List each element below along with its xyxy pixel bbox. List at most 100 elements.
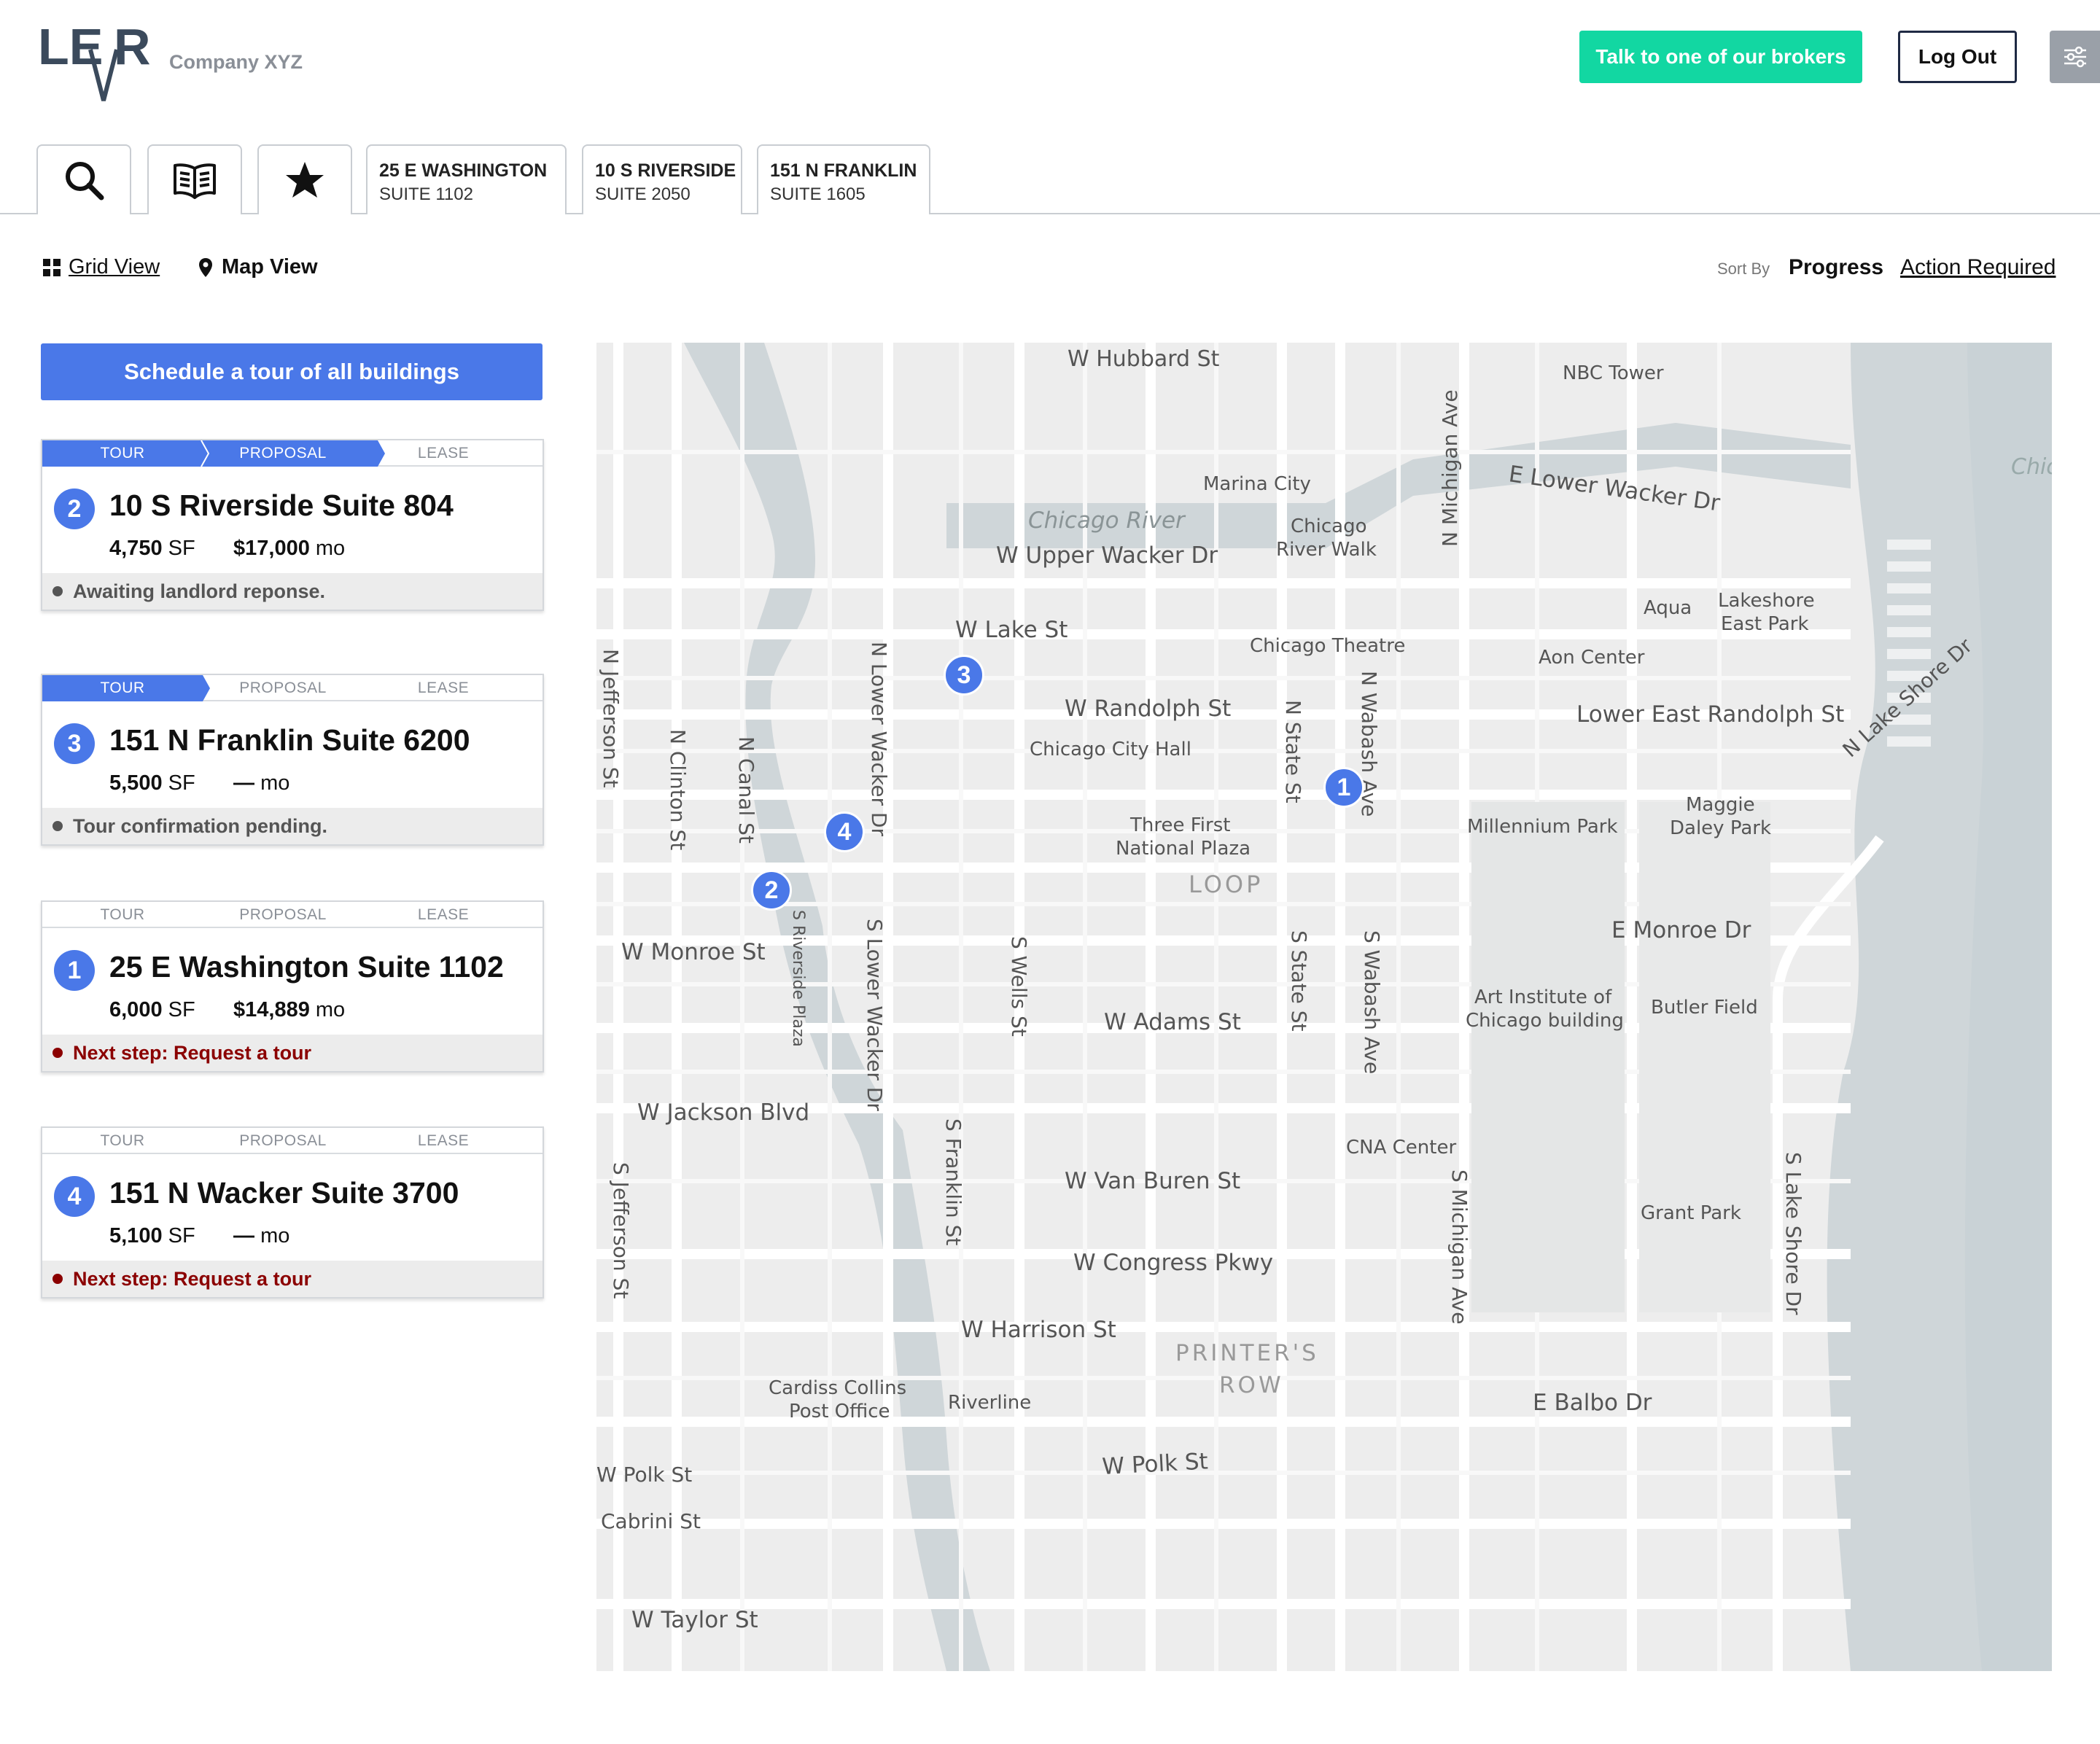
building-title[interactable]: 151 N Wacker Suite 3700 xyxy=(109,1176,459,1210)
map-label: W Taylor St xyxy=(631,1607,758,1633)
map-label: Grant Park xyxy=(1641,1202,1741,1224)
building-title[interactable]: 25 E Washington Suite 1102 xyxy=(109,950,504,984)
settings-button[interactable] xyxy=(2050,31,2100,83)
map-label: S Wells St xyxy=(1007,936,1031,1037)
tab-building-address: 10 S RIVERSIDE xyxy=(595,160,736,181)
progress-stage-proposal: PROPOSAL xyxy=(239,680,327,696)
status-bar[interactable]: Next step: Request a tour xyxy=(42,1035,542,1071)
building-card[interactable]: TOUR PROPOSAL LEASE 4 151 N Wacker Suite 37… xyxy=(41,1126,544,1299)
map-label: Daley Park xyxy=(1670,817,1771,839)
status-text: Awaiting landlord reponse. xyxy=(73,580,326,602)
monthly-price: $14,889 mo xyxy=(233,998,345,1022)
tab-building-address: 151 N FRANKLIN xyxy=(770,160,917,181)
map[interactable]: W Hubbard St NBC Tower Chic E Lower Wack… xyxy=(596,343,2052,1671)
map-label: Lakeshore xyxy=(1718,590,1815,612)
monthly-price-value: $14,889 xyxy=(233,998,310,1021)
map-label: W Lake St xyxy=(955,617,1068,643)
map-canvas: W Hubbard St NBC Tower Chic E Lower Wack… xyxy=(596,343,2052,1671)
grid-icon xyxy=(43,258,61,276)
building-card[interactable]: TOUR PROPOSAL LEASE 2 10 S Riverside Suite … xyxy=(41,439,544,611)
tab-building-151-n-franklin[interactable]: 151 N FRANKLIN SUITE 1605 xyxy=(757,144,930,214)
building-title[interactable]: 151 N Franklin Suite 6200 xyxy=(109,723,470,758)
map-label: S Franklin St xyxy=(941,1118,965,1245)
map-label: Art Institute of xyxy=(1474,986,1612,1008)
map-view-toggle[interactable]: Map View xyxy=(198,255,318,279)
monthly-price-value: — xyxy=(233,771,254,795)
status-dot-icon xyxy=(52,821,63,831)
tab-search[interactable] xyxy=(36,144,131,214)
square-footage-unit: SF xyxy=(168,1224,195,1247)
building-card[interactable]: TOUR PROPOSAL LEASE 1 25 E Washington Suite… xyxy=(41,900,544,1073)
svg-text:R: R xyxy=(114,22,151,75)
map-label: Three First xyxy=(1129,814,1230,836)
tab-building-suite: SUITE 1605 xyxy=(770,184,866,204)
map-label: S State St xyxy=(1287,930,1311,1031)
map-label: CNA Center xyxy=(1346,1137,1456,1159)
monthly-price-unit: mo xyxy=(260,771,290,795)
square-footage: 5,500 SF xyxy=(109,771,195,795)
status-bar: Awaiting landlord reponse. xyxy=(42,573,542,610)
progress-stage-lease: LEASE xyxy=(417,906,470,923)
status-text: Next step: Request a tour xyxy=(73,1267,312,1290)
progress-stage-lease: LEASE xyxy=(417,680,470,696)
map-label: E Balbo Dr xyxy=(1533,1390,1652,1416)
monthly-price-unit: mo xyxy=(315,537,346,560)
map-label: W Jackson Blvd xyxy=(637,1099,809,1126)
square-footage-value: 5,100 xyxy=(109,1224,163,1247)
tab-building-10-s-riverside[interactable]: 10 S RIVERSIDE SUITE 2050 xyxy=(582,144,742,214)
progress-stepper: TOUR PROPOSAL LEASE xyxy=(42,902,542,928)
building-card[interactable]: TOUR PROPOSAL LEASE 3 151 N Franklin Suite … xyxy=(41,674,544,846)
map-label: N Clinton St xyxy=(666,729,690,850)
map-label: W Congress Pkwy xyxy=(1073,1250,1273,1276)
progress-stepper: TOUR PROPOSAL LEASE xyxy=(42,440,542,467)
map-label: W Harrison St xyxy=(961,1317,1116,1343)
map-label: Chicago xyxy=(1291,515,1367,537)
building-title[interactable]: 10 S Riverside Suite 804 xyxy=(109,488,454,523)
map-label: W Polk St xyxy=(596,1463,692,1487)
logout-button[interactable]: Log Out xyxy=(1898,31,2017,83)
map-label: W Polk St xyxy=(1102,1448,1209,1480)
map-label: Marina City xyxy=(1203,473,1311,495)
tab-building-25-e-washington[interactable]: 25 E WASHINGTON SUITE 1102 xyxy=(366,144,567,214)
map-label: National Plaza xyxy=(1116,838,1251,860)
grid-view-toggle[interactable]: Grid View xyxy=(42,255,160,279)
square-footage-value: 5,500 xyxy=(109,771,163,795)
tab-guide[interactable] xyxy=(147,144,242,214)
map-marker-2[interactable]: 2 xyxy=(751,870,792,911)
talk-to-broker-button[interactable]: Talk to one of our brokers xyxy=(1579,31,1862,83)
map-label: S Jefferson St xyxy=(609,1162,633,1299)
sort-progress-option[interactable]: Progress xyxy=(1789,255,1883,280)
map-label: Maggie xyxy=(1686,794,1755,816)
map-label: Chicago Theatre xyxy=(1250,635,1405,657)
map-view-label: Map View xyxy=(222,255,318,279)
map-label: Chicago River xyxy=(1028,507,1186,534)
map-label: Millennium Park xyxy=(1467,816,1618,838)
map-label: Riverline xyxy=(948,1392,1031,1414)
monthly-price: — mo xyxy=(233,771,289,795)
map-label: LOOP xyxy=(1189,871,1263,898)
map-label: S Wabash Ave xyxy=(1360,930,1384,1074)
map-marker-1[interactable]: 1 xyxy=(1323,767,1364,808)
map-label: Lower East Randolph St xyxy=(1576,701,1844,728)
map-marker-4[interactable]: 4 xyxy=(824,811,865,852)
schedule-tour-all-button[interactable]: Schedule a tour of all buildings xyxy=(41,343,542,400)
status-text: Tour confirmation pending. xyxy=(73,814,327,837)
map-label: PRINTER'S xyxy=(1175,1340,1319,1366)
sort-action-required-option[interactable]: Action Required xyxy=(1900,255,2056,280)
status-dot-icon xyxy=(52,586,63,596)
lever-logo: LE R xyxy=(38,18,155,106)
progress-stage-tour: TOUR xyxy=(100,1132,145,1149)
tab-favorites[interactable] xyxy=(257,144,352,214)
status-dot-icon xyxy=(52,1274,63,1284)
progress-stage-lease: LEASE xyxy=(417,445,470,462)
status-bar[interactable]: Next step: Request a tour xyxy=(42,1261,542,1297)
map-label: W Van Buren St xyxy=(1065,1168,1240,1194)
building-number-badge: 4 xyxy=(54,1176,95,1217)
progress-stepper: TOUR PROPOSAL LEASE xyxy=(42,1128,542,1154)
map-label: N Michigan Ave xyxy=(1438,389,1462,547)
map-marker-3[interactable]: 3 xyxy=(944,655,984,696)
map-label: W Upper Wacker Dr xyxy=(996,542,1218,569)
progress-stage-tour: TOUR xyxy=(100,445,145,462)
map-label: S Michigan Ave xyxy=(1447,1169,1471,1324)
map-label: Cardiss Collins xyxy=(769,1377,906,1399)
